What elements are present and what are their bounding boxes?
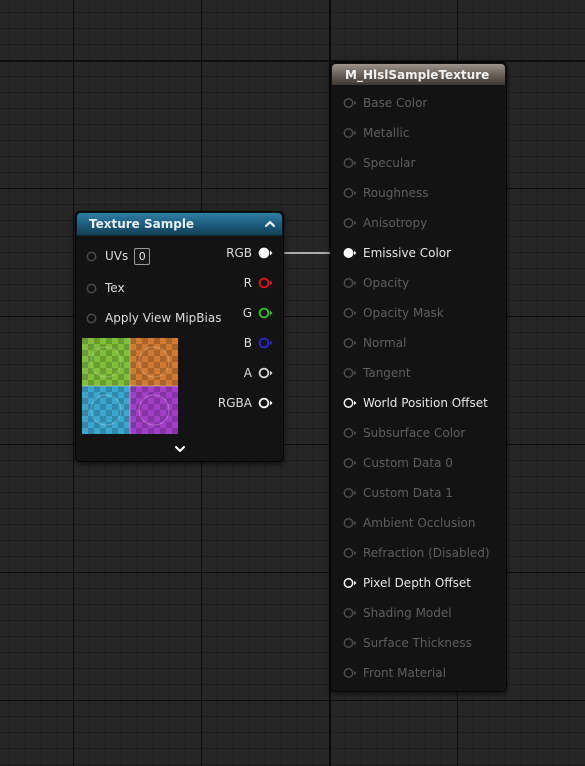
pin-circle-icon[interactable]	[258, 307, 273, 319]
material-input-pin[interactable]: Anisotropy	[343, 214, 427, 232]
material-input-pin[interactable]: Custom Data 0	[343, 454, 453, 472]
pin-circle-icon[interactable]	[343, 577, 357, 589]
pin-circle-icon[interactable]	[86, 313, 97, 324]
pin-circle-icon[interactable]	[343, 607, 357, 619]
material-input-pin[interactable]: Base Color	[343, 94, 427, 112]
material-input-pin[interactable]: Subsurface Color	[343, 424, 465, 442]
output-label: RGBA	[217, 396, 252, 410]
input-pin-tex[interactable]: Tex	[86, 279, 125, 297]
pin-circle-icon[interactable]	[86, 283, 97, 294]
pin-circle-icon[interactable]	[343, 547, 357, 559]
pin-circle-icon[interactable]	[86, 251, 97, 262]
pin-circle-icon[interactable]	[343, 517, 357, 529]
output-label: G	[242, 306, 252, 320]
material-input-pin[interactable]: Pixel Depth Offset	[343, 574, 471, 592]
output-label: RGB	[226, 246, 252, 260]
material-input-pin[interactable]: Metallic	[343, 124, 409, 142]
material-input-pin[interactable]: Normal	[343, 334, 406, 352]
pin-circle-icon[interactable]	[343, 247, 357, 259]
uvs-value-field[interactable]: 0	[134, 247, 151, 265]
material-input-pin[interactable]: Opacity Mask	[343, 304, 444, 322]
pin-circle-icon[interactable]	[343, 157, 357, 169]
pin-circle-icon[interactable]	[343, 457, 357, 469]
material-input-pin[interactable]: Emissive Color	[343, 244, 451, 262]
material-result-node[interactable]: M_HlslSampleTexture Base Color Metallic Sp…	[330, 62, 507, 692]
material-input-label: Metallic	[363, 126, 410, 140]
output-pin-b[interactable]: B	[244, 334, 273, 352]
material-input-pin[interactable]: Custom Data 1	[343, 484, 453, 502]
material-input-pin[interactable]: Surface Thickness	[343, 634, 472, 652]
pin-circle-icon[interactable]	[343, 667, 357, 679]
material-graph-canvas[interactable]: Texture Sample UVs 0 Tex Apply View MipB…	[0, 0, 585, 766]
texture-preview-thumbnail	[82, 338, 178, 434]
material-input-label: Base Color	[363, 96, 428, 110]
input-label: Tex	[105, 281, 125, 295]
material-input-label: Pixel Depth Offset	[363, 576, 471, 590]
material-input-label: Custom Data 1	[363, 486, 453, 500]
material-input-label: Normal	[363, 336, 407, 350]
texture-sample-node[interactable]: Texture Sample UVs 0 Tex Apply View MipB…	[75, 211, 284, 462]
pin-circle-icon[interactable]	[343, 337, 357, 349]
pin-circle-icon[interactable]	[343, 217, 357, 229]
pin-circle-icon[interactable]	[343, 397, 357, 409]
material-input-label: World Position Offset	[363, 396, 488, 410]
pin-circle-icon[interactable]	[343, 307, 357, 319]
output-label: A	[243, 366, 252, 380]
pin-circle-icon[interactable]	[258, 367, 273, 379]
material-node-title: M_HlslSampleTexture	[345, 68, 490, 82]
material-input-pin[interactable]: Shading Model	[343, 604, 452, 622]
pin-circle-icon[interactable]	[343, 367, 357, 379]
material-input-pin[interactable]: Front Material	[343, 664, 446, 682]
material-input-label: Tangent	[363, 366, 411, 380]
pin-circle-icon[interactable]	[343, 127, 357, 139]
material-input-pin[interactable]: Ambient Occlusion	[343, 514, 475, 532]
material-input-pin[interactable]: Roughness	[343, 184, 428, 202]
material-input-label: Emissive Color	[363, 246, 452, 260]
material-input-label: Custom Data 0	[363, 456, 453, 470]
pin-circle-icon[interactable]	[258, 397, 273, 409]
material-input-pin[interactable]: Tangent	[343, 364, 411, 382]
pin-circle-icon[interactable]	[343, 187, 357, 199]
pin-circle-icon[interactable]	[343, 97, 357, 109]
material-input-label: Ambient Occlusion	[363, 516, 476, 530]
pin-circle-icon[interactable]	[258, 247, 273, 259]
output-pin-r[interactable]: R	[244, 274, 273, 292]
pin-circle-icon[interactable]	[343, 637, 357, 649]
input-pin-apply-view-mipbias[interactable]: Apply View MipBias	[86, 309, 221, 327]
input-pin-uvs[interactable]: UVs 0	[86, 247, 151, 265]
material-input-label: Opacity	[363, 276, 410, 290]
pin-circle-icon[interactable]	[258, 277, 273, 289]
output-label: R	[243, 276, 252, 290]
material-input-pin[interactable]: Opacity	[343, 274, 409, 292]
output-label: B	[243, 336, 252, 350]
material-input-label: Subsurface Color	[363, 426, 466, 440]
output-pin-g[interactable]: G	[243, 304, 273, 322]
material-input-label: Shading Model	[363, 606, 452, 620]
material-input-label: Refraction (Disabled)	[363, 546, 490, 560]
material-input-pin[interactable]: Refraction (Disabled)	[343, 544, 490, 562]
material-input-label: Surface Thickness	[363, 636, 472, 650]
input-label: UVs	[105, 249, 129, 263]
pin-circle-icon[interactable]	[343, 427, 357, 439]
chevron-down-icon[interactable]	[174, 444, 186, 454]
output-pin-rgba[interactable]: RGBA	[218, 394, 273, 412]
pin-circle-icon[interactable]	[343, 487, 357, 499]
material-input-label: Opacity Mask	[363, 306, 444, 320]
material-input-label: Specular	[363, 156, 416, 170]
pin-circle-icon[interactable]	[258, 337, 273, 349]
material-input-label: Anisotropy	[363, 216, 428, 230]
material-input-label: Roughness	[363, 186, 429, 200]
pin-circle-icon[interactable]	[343, 277, 357, 289]
material-input-pin[interactable]: World Position Offset	[343, 394, 488, 412]
texture-sample-header[interactable]: Texture Sample	[77, 213, 282, 236]
output-pin-a[interactable]: A	[244, 364, 273, 382]
output-pin-rgb[interactable]: RGB	[226, 244, 273, 262]
texture-sample-title: Texture Sample	[89, 217, 195, 231]
material-input-label: Front Material	[363, 666, 446, 680]
chevron-up-icon[interactable]	[264, 218, 276, 230]
input-label: Apply View MipBias	[105, 311, 222, 325]
material-node-header[interactable]: M_HlslSampleTexture	[332, 64, 505, 85]
material-input-pin[interactable]: Specular	[343, 154, 415, 172]
